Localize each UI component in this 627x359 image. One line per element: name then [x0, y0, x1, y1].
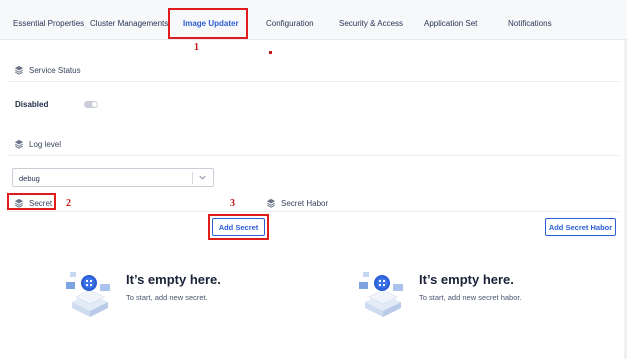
divider — [8, 81, 619, 82]
layers-icon — [14, 65, 24, 75]
annotation-number-3: 3 — [230, 198, 235, 209]
service-status-heading: Service Status — [14, 65, 81, 75]
log-level-title: Log level — [29, 139, 62, 149]
add-secret-habor-button[interactable]: Add Secret Habor — [545, 218, 616, 236]
tab-bar: Essential Properties Cluster Managements… — [0, 0, 627, 40]
divider — [8, 155, 619, 156]
empty-state-title: It’s empty here. — [419, 272, 514, 287]
layers-icon — [266, 198, 276, 208]
annotation-box-2 — [7, 193, 56, 210]
service-status-title: Service Status — [29, 65, 81, 75]
annotation-box-1 — [168, 8, 248, 39]
service-status-toggle[interactable] — [84, 101, 98, 108]
log-level-value: debug — [19, 174, 40, 183]
service-status-label: Disabled — [15, 100, 49, 109]
log-level-select[interactable]: debug — [12, 168, 214, 187]
tab-application-set[interactable]: Application Set — [424, 19, 477, 28]
tab-configuration[interactable]: Configuration — [266, 19, 314, 28]
chevron-down-icon[interactable] — [197, 172, 208, 183]
empty-state-subtitle: To start, add new secret. — [126, 293, 208, 302]
secret-habor-tab-label: Secret Habor — [281, 198, 329, 208]
secret-empty-state: It’s empty here. To start, add new secre… — [62, 264, 262, 324]
toggle-knob — [92, 102, 97, 107]
empty-state-subtitle: To start, add new secret habor. — [419, 293, 522, 302]
log-level-heading: Log level — [14, 139, 61, 149]
add-secret-button[interactable]: Add Secret — [212, 218, 265, 236]
empty-box-illustration — [359, 272, 403, 317]
tab-essential-properties[interactable]: Essential Properties — [13, 19, 84, 28]
secret-habor-empty-state: It’s empty here. To start, add new secre… — [355, 264, 565, 324]
tab-notifications[interactable]: Notifications — [508, 19, 552, 28]
empty-box-illustration — [66, 272, 110, 317]
annotation-number-2: 2 — [66, 198, 71, 209]
tab-security-access[interactable]: Security & Access — [339, 19, 403, 28]
layers-icon — [14, 139, 24, 149]
empty-state-title: It’s empty here. — [126, 272, 221, 287]
divider — [8, 211, 619, 212]
tab-cluster-managements[interactable]: Cluster Managements — [90, 19, 168, 28]
secret-habor-tab[interactable]: Secret Habor — [266, 198, 328, 208]
select-divider — [192, 172, 193, 184]
annotation-number-1: 1 — [194, 42, 199, 53]
annotation-dot — [269, 51, 272, 54]
